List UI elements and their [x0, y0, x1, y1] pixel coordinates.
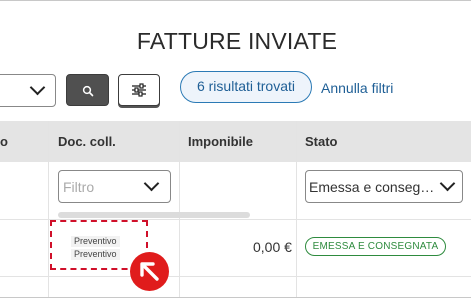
doc-coll-tag[interactable]: Preventivo: [71, 249, 120, 260]
column-header-truncated[interactable]: o: [0, 134, 8, 149]
stato-filter-select[interactable]: Emessa e conseg…: [305, 170, 463, 203]
reset-filters-link[interactable]: Annulla filtri: [321, 80, 393, 96]
column-divider: [179, 121, 180, 298]
search-icon: [82, 85, 94, 97]
doc-coll-tag[interactable]: Preventivo: [71, 236, 120, 247]
column-header-doc-coll[interactable]: Doc. coll.: [58, 134, 116, 149]
results-count-badge[interactable]: 6 risultati trovati: [180, 71, 312, 103]
row-divider: [0, 276, 471, 277]
arrow-up-left-icon: [140, 262, 159, 281]
search-select[interactable]: [0, 74, 56, 107]
pointer-badge: [130, 252, 169, 291]
page-title: FATTURE INVIATE: [136, 28, 338, 54]
search-button[interactable]: [66, 74, 109, 106]
column-header-imponibile[interactable]: Imponibile: [188, 134, 253, 149]
sliders-icon: [132, 83, 146, 97]
chevron-down-icon: [29, 79, 46, 96]
status-badge: EMESSA E CONSEGNATA: [305, 237, 446, 256]
doc-coll-filter[interactable]: Filtro: [58, 170, 171, 203]
table-header: o Doc. coll. Imponibile Stato: [0, 121, 471, 162]
column-header-stato[interactable]: Stato: [305, 134, 338, 149]
advanced-filters-button[interactable]: [118, 74, 160, 106]
horizontal-scrollbar[interactable]: [58, 212, 250, 218]
column-divider: [296, 121, 297, 298]
invoices-panel: FATTURE INVIATE 6 risultati trovati Annu…: [0, 0, 471, 298]
imponibile-value: 0,00 €: [253, 239, 292, 255]
doc-coll-filter-placeholder: Filtro: [63, 179, 95, 195]
chevron-down-icon: [439, 175, 456, 192]
chevron-down-icon: [143, 175, 160, 192]
column-divider: [48, 121, 49, 298]
stato-filter-value: Emessa e conseg…: [309, 179, 435, 195]
